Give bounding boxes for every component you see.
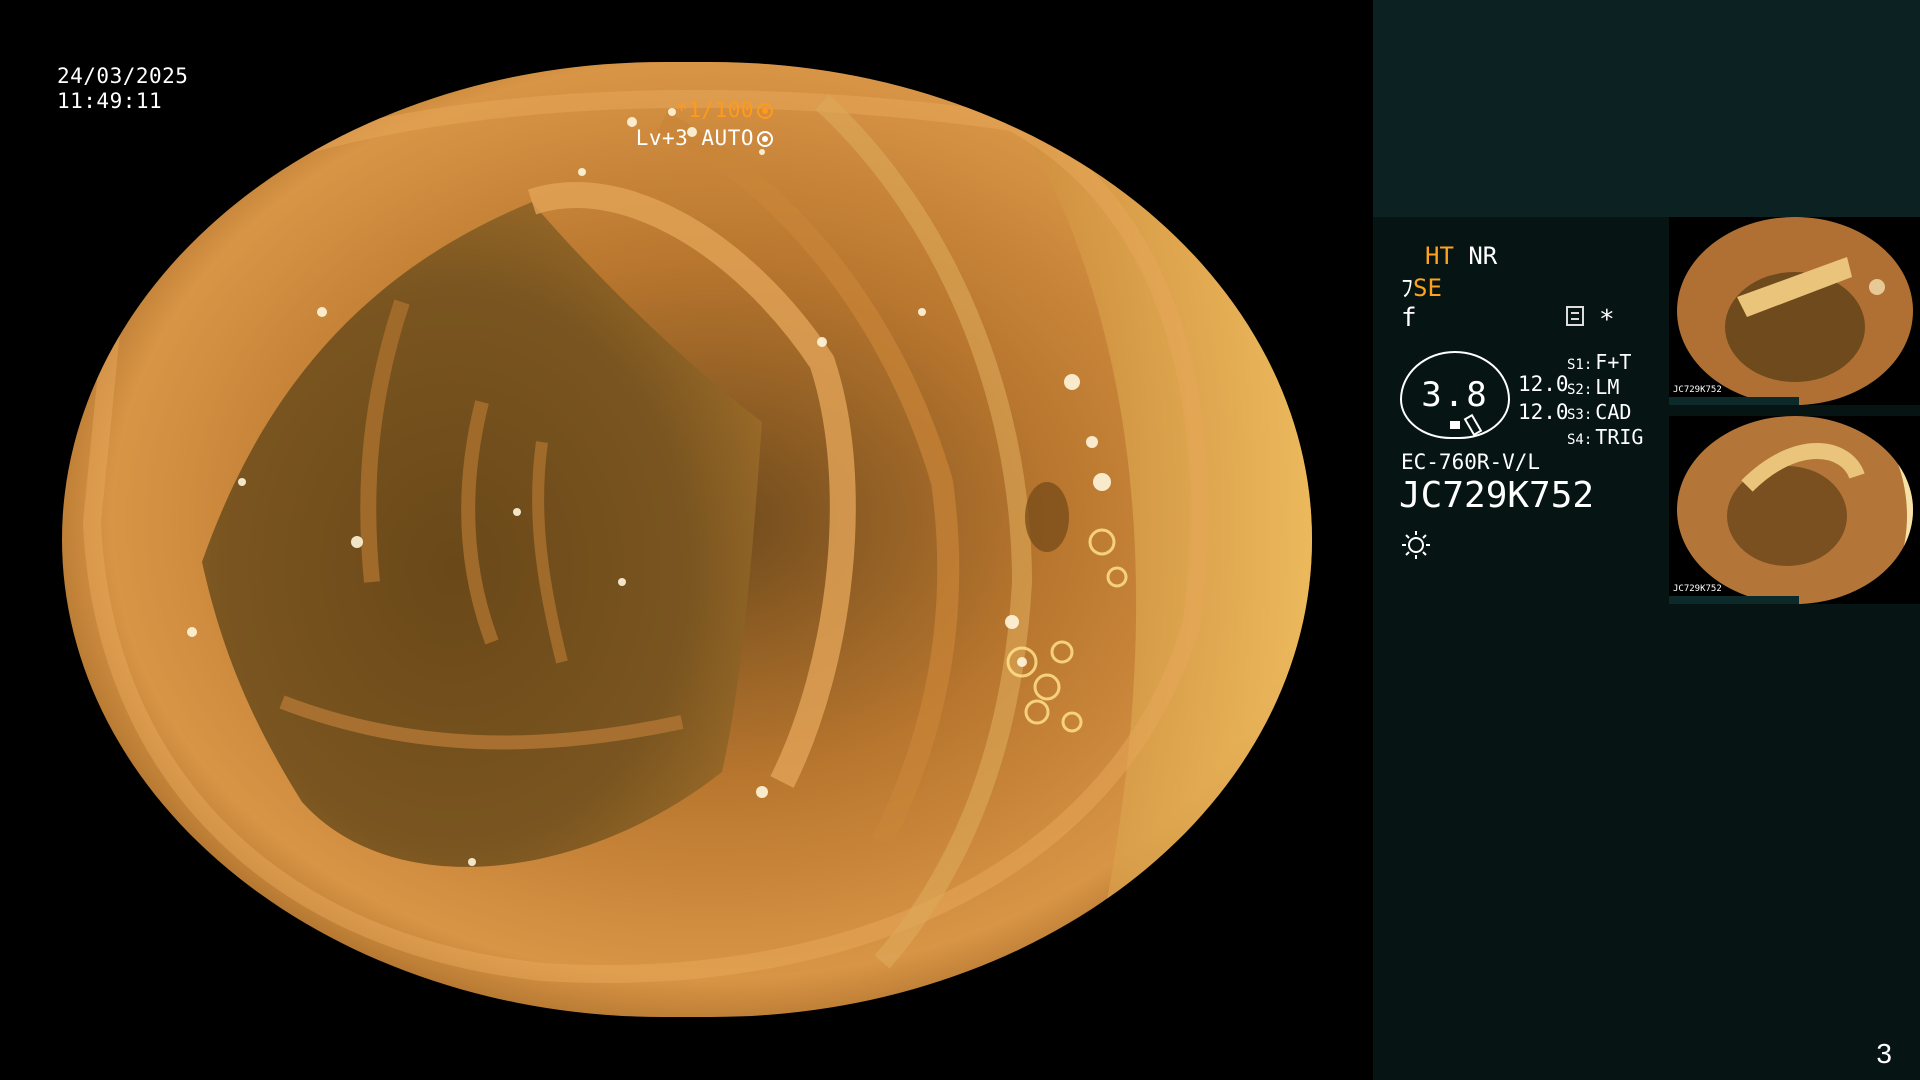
thumbnail-bar — [1669, 397, 1799, 405]
value-2: 12.0 — [1518, 400, 1569, 424]
switch-value: TRIG — [1595, 425, 1644, 449]
gauge-mark — [1450, 421, 1460, 429]
thumbnail-label: JC729K752 — [1673, 584, 1722, 594]
thumbnail-label: JC729K752 — [1673, 385, 1722, 395]
structure-icon: ﾌ — [1401, 274, 1413, 302]
se-label: SE — [1413, 274, 1442, 302]
switch-1: S1: F+T — [1567, 350, 1631, 377]
top-block — [1373, 0, 1920, 217]
switch-value: CAD — [1595, 400, 1632, 424]
level-readout: Lv+3 AUTO — [636, 126, 773, 151]
thumbnail-image — [1677, 217, 1913, 405]
thumbnail-bar — [1669, 596, 1799, 604]
auto-iris-icon — [757, 131, 773, 147]
switch-key: S4: — [1567, 432, 1593, 448]
endoscopy-image — [62, 62, 1312, 1017]
value-1: 12.0 — [1518, 372, 1569, 396]
shutter-readout: *1/100 — [675, 98, 773, 123]
level-text: Lv+3 AUTO — [635, 126, 754, 150]
settings-icon — [1566, 306, 1584, 326]
shutter-text: *1/100 — [675, 98, 754, 122]
switch-key: S1: — [1567, 357, 1593, 373]
switch-2: S2: LM — [1567, 375, 1619, 402]
date-text: 24/03/2025 — [57, 64, 189, 88]
side-panel: HT NR ﾌSE f * 3.8 12.0 12.0 S1: F+T S2: LM… — [1373, 0, 1920, 1080]
time-text: 11:49:11 — [57, 89, 163, 113]
scope-serial: JC729K752 — [1399, 475, 1595, 516]
switch-value: F+T — [1595, 350, 1632, 374]
scope-model: EC-760R-V/L — [1401, 450, 1541, 474]
page-number: 3 — [1876, 1038, 1892, 1069]
ht-nr-line: HT NR — [1425, 242, 1497, 270]
thumbnail-1[interactable]: JC729K752 — [1669, 217, 1920, 405]
endoscopy-main-view: 24/03/2025 11:49:11 *1/100 Lv+3 AUTO — [0, 0, 1373, 1080]
switch-value: LM — [1595, 375, 1620, 399]
ht-label: HT — [1425, 242, 1454, 270]
star-symbol: * — [1599, 305, 1615, 335]
light-icon — [1402, 531, 1430, 559]
datetime-readout: 24/03/2025 11:49:11 — [57, 64, 188, 114]
thumbnail-2[interactable]: JC729K752 — [1669, 416, 1920, 604]
shutter-icon — [757, 103, 773, 119]
se-line: ﾌSE — [1401, 274, 1442, 302]
f-symbol: f — [1401, 303, 1417, 333]
switch-key: S3: — [1567, 407, 1593, 423]
thumbnail-image — [1677, 416, 1913, 604]
switch-key: S2: — [1567, 382, 1593, 398]
switch-4: S4: TRIG — [1567, 425, 1643, 452]
gauge-tick — [1463, 413, 1483, 437]
gauge: 3.8 — [1400, 351, 1510, 439]
switch-3: S3: CAD — [1567, 400, 1631, 427]
gauge-value: 3.8 — [1421, 375, 1489, 415]
nr-label: NR — [1468, 242, 1498, 270]
